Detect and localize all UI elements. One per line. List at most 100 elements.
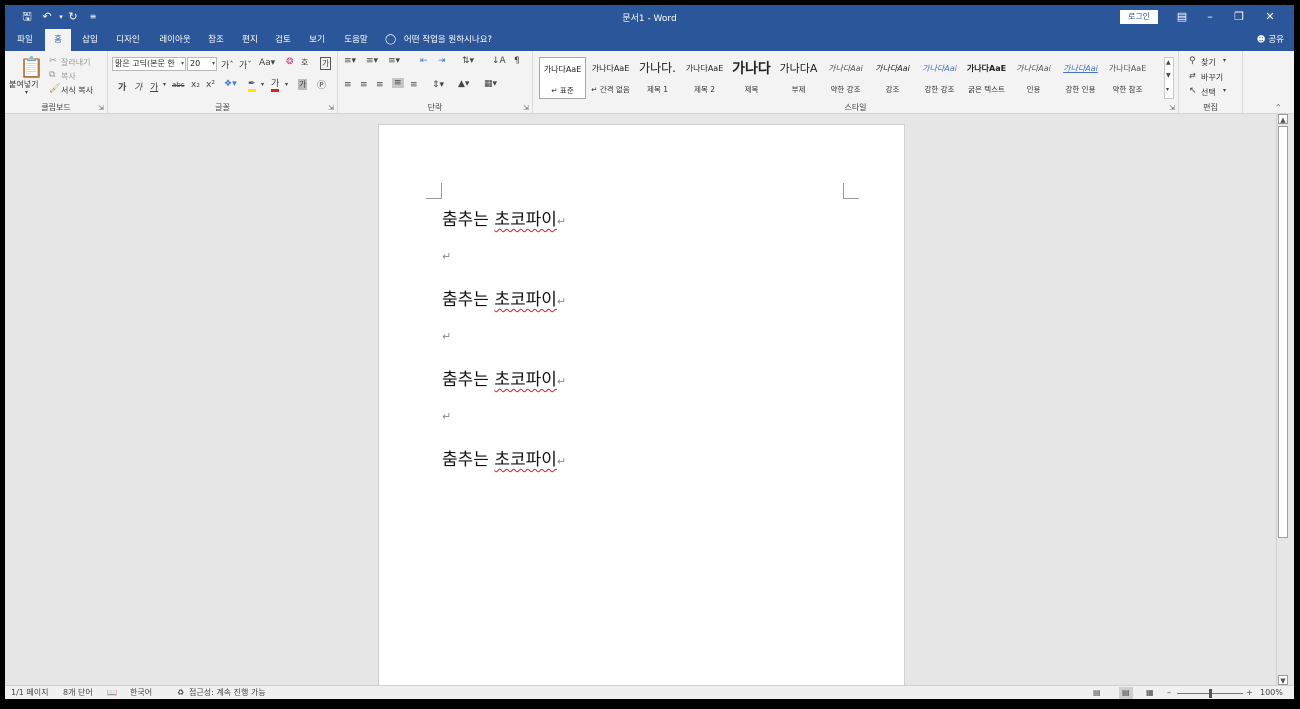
style-strong[interactable]: 가나다AaE 굵은 텍스트 xyxy=(963,57,1010,99)
scroll-down-icon[interactable]: ▼ xyxy=(1278,675,1288,685)
font-size-dropdown-icon[interactable]: ▾ xyxy=(212,58,215,70)
multilevel-list-icon[interactable]: ≡▾ xyxy=(388,56,400,66)
tab-design[interactable]: 디자인 xyxy=(111,29,145,51)
style-quote[interactable]: 가나다Aai 인용 xyxy=(1010,57,1057,99)
text-effects-icon[interactable]: ❖▾ xyxy=(224,79,237,89)
select-dropdown-icon[interactable]: ▾ xyxy=(1223,87,1226,94)
paragraph[interactable]: 춤추는 초코파이↵ xyxy=(442,445,566,470)
italic-icon[interactable]: 가 xyxy=(134,80,142,93)
paragraph-launcher-icon[interactable]: ⇲ xyxy=(523,104,529,112)
bold-icon[interactable]: 가 xyxy=(118,80,126,93)
zoom-level[interactable]: 100% xyxy=(1260,687,1283,699)
style-subtitle[interactable]: 가나다A 부제 xyxy=(775,57,822,99)
style-intense-quote[interactable]: 가나다Aai 강한 인용 xyxy=(1057,57,1104,99)
clipboard-launcher-icon[interactable]: ⇲ xyxy=(98,104,104,112)
justify-icon[interactable]: ≡ xyxy=(392,78,404,88)
ribbon-display-icon[interactable]: ▤ xyxy=(1168,7,1196,27)
tab-help[interactable]: 도움말 xyxy=(339,29,373,51)
sort-icon[interactable]: ↓A xyxy=(492,56,506,66)
print-layout-icon[interactable]: ▤ xyxy=(1119,687,1133,699)
borders-icon[interactable]: ▦▾ xyxy=(484,79,497,89)
font-color-dropdown-icon[interactable]: ▾ xyxy=(285,81,288,88)
increase-indent-icon[interactable]: ⇥ xyxy=(438,56,446,66)
text-direction-icon[interactable]: ⇅▾ xyxy=(462,56,474,66)
style-normal[interactable]: 가나다AaE ↵ 표준 xyxy=(539,57,586,99)
search-icon[interactable]: ⚲ xyxy=(1189,56,1196,66)
document-page[interactable]: 춤추는 초코파이↵ ↵ 춤추는 초코파이↵ ↵ 춤추는 초코파이↵ ↵ 춤추는 … xyxy=(378,124,905,685)
enclose-characters-icon[interactable]: Ⓟ xyxy=(317,78,326,91)
line-spacing-icon[interactable]: ⇕▾ xyxy=(432,80,444,90)
highlight-dropdown-icon[interactable]: ▾ xyxy=(261,81,264,88)
tab-layout[interactable]: 레이아웃 xyxy=(153,29,197,51)
style-title[interactable]: 가나다 제목 xyxy=(728,57,775,99)
align-right-icon[interactable]: ≡ xyxy=(376,80,384,90)
change-case-icon[interactable]: Aa▾ xyxy=(259,58,275,68)
format-painter-icon[interactable]: 🖌 xyxy=(49,84,60,94)
underline-dropdown-icon[interactable]: ▾ xyxy=(163,81,166,88)
empty-paragraph[interactable]: ↵ xyxy=(442,245,451,265)
shrink-font-icon[interactable]: 가ˇ xyxy=(239,58,252,71)
font-name-box[interactable]: 맑은 고딕(본문 한 ▾ xyxy=(112,57,186,71)
font-color-icon[interactable]: 가 xyxy=(271,79,280,92)
accessibility-status[interactable]: 접근성: 계속 진행 가능 xyxy=(189,687,266,699)
zoom-in-icon[interactable]: + xyxy=(1246,687,1253,699)
copy-icon[interactable]: ⧉ xyxy=(49,70,55,80)
paste-dropdown-icon[interactable]: ▾ xyxy=(25,89,28,96)
read-mode-icon[interactable]: ▤ xyxy=(1093,687,1101,699)
replace-button[interactable]: 바꾸기 xyxy=(1201,72,1223,83)
clipboard-icon[interactable]: 📋 xyxy=(19,55,44,79)
distributed-icon[interactable]: ≡ xyxy=(410,80,418,90)
align-center-icon[interactable]: ≡ xyxy=(360,80,368,90)
format-painter-button[interactable]: 서식 복사 xyxy=(61,85,93,96)
scroll-thumb[interactable] xyxy=(1278,126,1288,538)
clear-formatting-icon[interactable]: ❂ xyxy=(286,57,294,67)
paste-button[interactable]: 붙여넣기 xyxy=(9,79,38,90)
character-border-icon[interactable]: 가 xyxy=(320,57,332,70)
style-no-spacing[interactable]: 가나다AaE ↵ 간격 없음 xyxy=(587,57,634,99)
misspelled-word[interactable]: 초코파이 xyxy=(494,450,557,470)
font-size-box[interactable]: 20 ▾ xyxy=(187,57,217,71)
tab-references[interactable]: 참조 xyxy=(203,29,229,51)
replace-icon[interactable]: ⇄ xyxy=(1189,71,1196,80)
close-icon[interactable]: ✕ xyxy=(1256,7,1284,27)
style-subtle-emphasis[interactable]: 가나다Aai 약한 강조 xyxy=(822,57,869,99)
style-intense-emphasis[interactable]: 가나다Aai 강한 강조 xyxy=(916,57,963,99)
select-button[interactable]: 선택 xyxy=(1201,87,1216,98)
show-marks-icon[interactable]: ¶ xyxy=(514,56,520,66)
empty-paragraph[interactable]: ↵ xyxy=(442,325,451,345)
tab-insert[interactable]: 삽입 xyxy=(77,29,103,51)
tab-home[interactable]: 홈 xyxy=(45,29,71,51)
vertical-scrollbar[interactable]: ▲ ▼ xyxy=(1276,114,1288,685)
accessibility-icon[interactable]: ♻ xyxy=(177,687,184,699)
language[interactable]: 한국어 xyxy=(130,687,152,699)
styles-down-icon[interactable]: ▼ xyxy=(1166,72,1171,79)
empty-paragraph[interactable]: ↵ xyxy=(442,405,451,425)
character-shading-icon[interactable]: 가 xyxy=(298,79,308,90)
paragraph[interactable]: 춤추는 초코파이↵ xyxy=(442,285,566,310)
share-button[interactable]: ☻ 공유 xyxy=(1257,29,1284,51)
misspelled-word[interactable]: 초코파이 xyxy=(494,290,557,310)
minimize-icon[interactable]: – xyxy=(1196,7,1224,27)
styles-launcher-icon[interactable]: ⇲ xyxy=(1169,104,1175,112)
misspelled-word[interactable]: 초코파이 xyxy=(494,370,557,390)
proofing-icon[interactable]: 📖 xyxy=(107,687,117,699)
web-layout-icon[interactable]: ▦ xyxy=(1146,687,1154,699)
tab-review[interactable]: 검토 xyxy=(270,29,296,51)
numbering-icon[interactable]: ≡▾ xyxy=(366,56,378,66)
style-emphasis[interactable]: 가나다Aai 강조 xyxy=(869,57,916,99)
paragraph[interactable]: 춤추는 초코파이↵ xyxy=(442,205,566,230)
style-heading-1[interactable]: 가나다. 제목 1 xyxy=(634,57,681,99)
font-name-dropdown-icon[interactable]: ▾ xyxy=(181,58,184,70)
underline-icon[interactable]: 가 xyxy=(150,80,158,93)
cut-button[interactable]: 잘라내기 xyxy=(61,57,90,68)
scroll-up-icon[interactable]: ▲ xyxy=(1278,114,1288,124)
word-count[interactable]: 8개 단어 xyxy=(63,687,93,699)
copy-button[interactable]: 복사 xyxy=(61,71,76,82)
tab-view[interactable]: 보기 xyxy=(304,29,330,51)
page-count[interactable]: 1/1 페이지 xyxy=(11,687,49,699)
subscript-icon[interactable]: x₂ xyxy=(191,80,200,90)
bullets-icon[interactable]: ≡▾ xyxy=(344,56,356,66)
strikethrough-icon[interactable]: abc xyxy=(172,81,185,89)
superscript-icon[interactable]: x² xyxy=(206,80,215,90)
highlight-icon[interactable]: ✒ xyxy=(248,79,256,92)
